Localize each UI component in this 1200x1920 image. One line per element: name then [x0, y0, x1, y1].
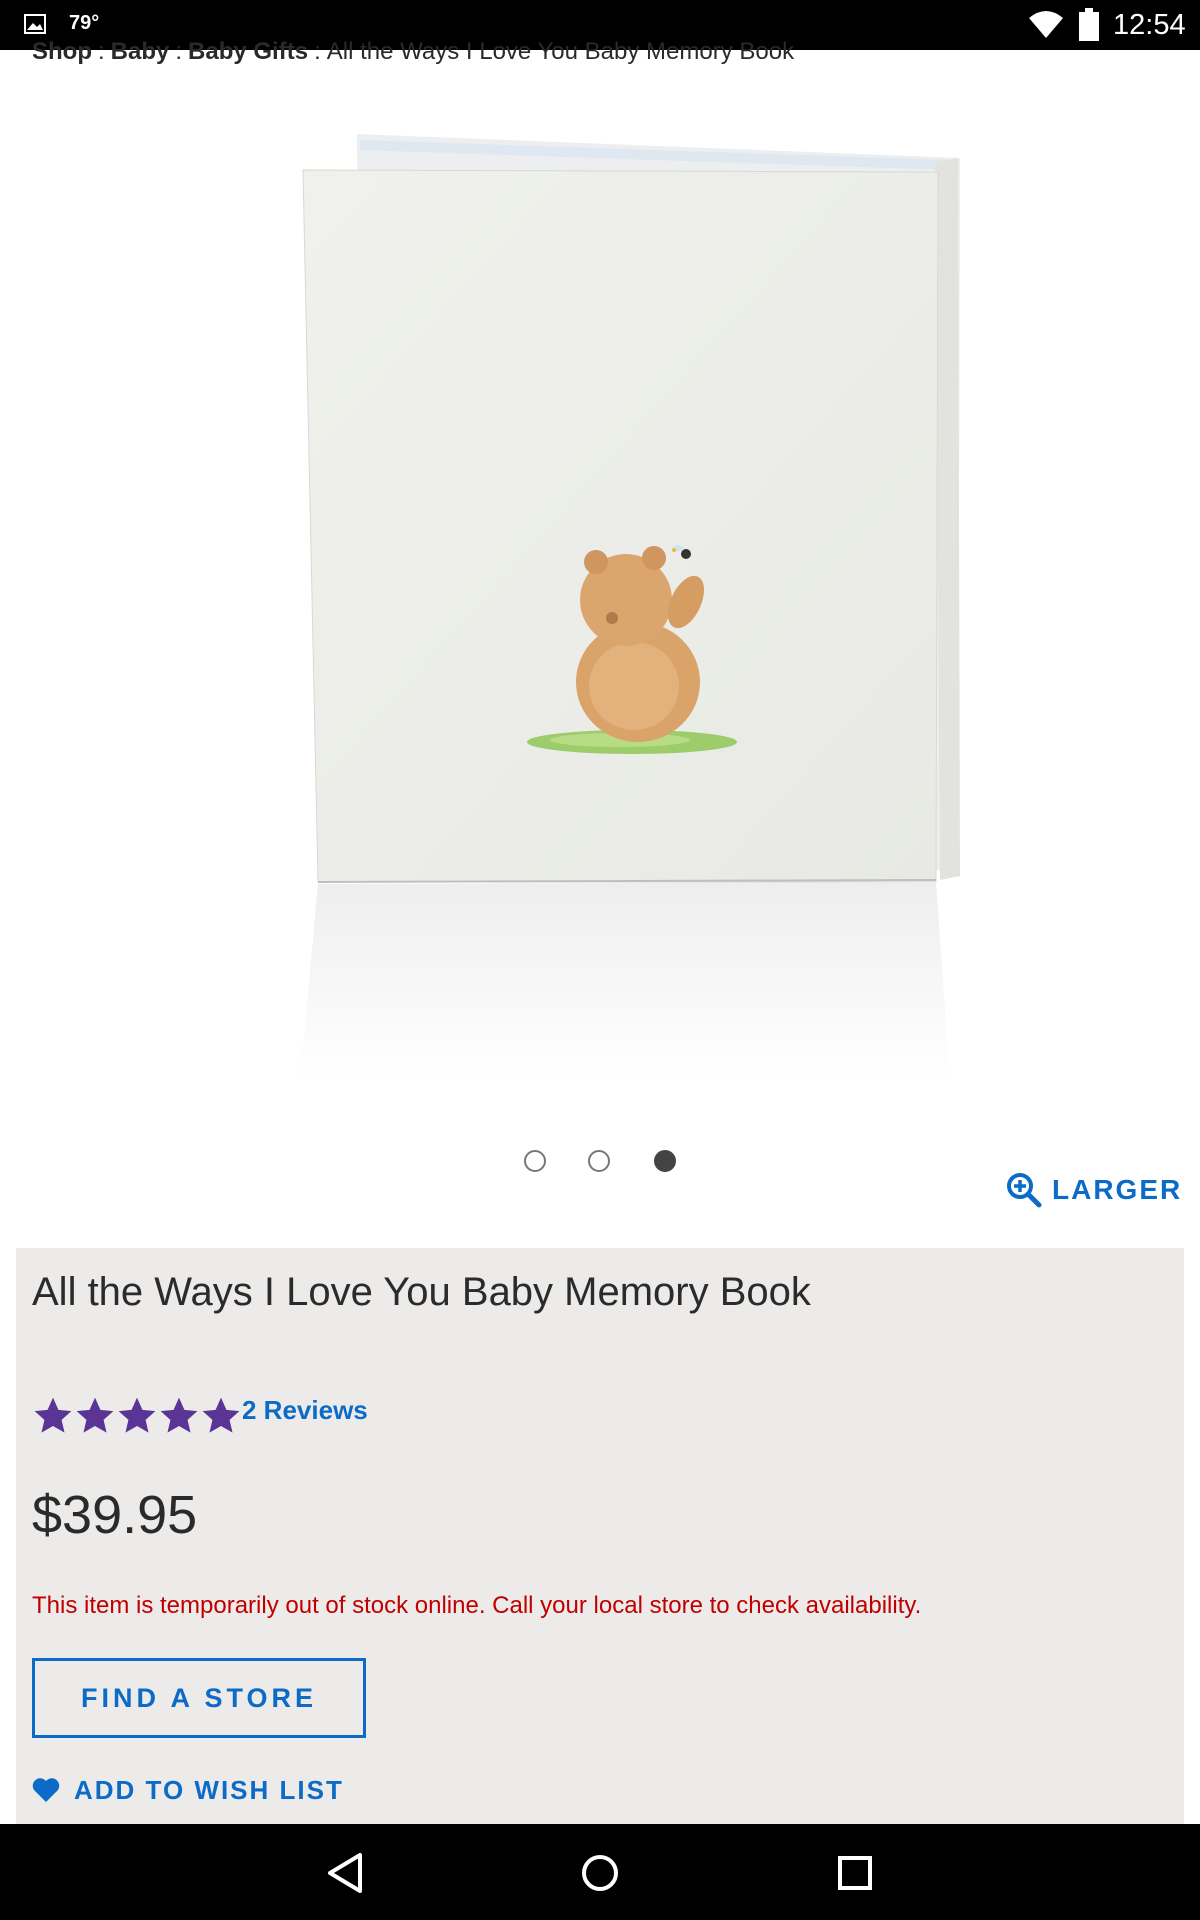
- star-icon: [118, 1397, 156, 1433]
- clock: 12:54: [1113, 9, 1186, 41]
- breadcrumb-current: All the Ways I Love You Baby Memory Book: [326, 38, 795, 65]
- heart-icon: [32, 1778, 60, 1802]
- out-of-stock-message: This item is temporarily out of stock on…: [32, 1592, 922, 1619]
- zoom-in-icon: [1007, 1173, 1042, 1208]
- larger-label: LARGER: [1052, 1174, 1183, 1205]
- star-rating: [32, 1395, 242, 1437]
- find-a-store-button[interactable]: FIND A STORE: [32, 1658, 366, 1738]
- larger-image-link[interactable]: LARGER: [1006, 1170, 1182, 1210]
- system-nav-bar: [0, 1824, 1200, 1920]
- breadcrumb-shop[interactable]: Shop: [32, 38, 92, 65]
- breadcrumb: Shop: Baby: Baby Gifts: All the Ways I Love…: [32, 38, 794, 68]
- breadcrumb-baby[interactable]: Baby: [111, 38, 170, 65]
- product-title: All the Ways I Love You Baby Memory Book: [32, 1270, 811, 1314]
- product-rating: 2 Reviews: [32, 1394, 368, 1438]
- wifi-icon: [1029, 11, 1063, 38]
- recents-icon[interactable]: [830, 1848, 880, 1898]
- star-icon: [202, 1397, 240, 1433]
- carousel-dot[interactable]: [524, 1150, 546, 1172]
- product-info-panel: All the Ways I Love You Baby Memory Book…: [16, 1248, 1184, 1824]
- temperature: 79°: [69, 12, 100, 34]
- star-icon: [34, 1397, 72, 1433]
- back-icon[interactable]: [320, 1848, 370, 1898]
- carousel-dot[interactable]: [588, 1150, 610, 1172]
- home-icon[interactable]: [575, 1848, 625, 1898]
- product-price: $39.95: [32, 1485, 198, 1545]
- add-to-wish-list-link[interactable]: ADD TO WISH LIST: [32, 1770, 344, 1810]
- carousel-dot-active[interactable]: [654, 1150, 676, 1172]
- breadcrumb-separator: :: [314, 38, 321, 65]
- star-icon: [160, 1397, 198, 1433]
- reviews-link[interactable]: 2 Reviews: [242, 1395, 368, 1426]
- image-icon: [24, 14, 46, 34]
- breadcrumb-separator: :: [175, 38, 183, 65]
- product-image[interactable]: [0, 70, 1200, 1130]
- star-icon: [76, 1397, 114, 1433]
- breadcrumb-baby-gifts[interactable]: Baby Gifts: [188, 38, 308, 65]
- battery-icon: [1079, 8, 1099, 41]
- breadcrumb-separator: :: [98, 38, 105, 65]
- wish-list-label: ADD TO WISH LIST: [74, 1774, 344, 1805]
